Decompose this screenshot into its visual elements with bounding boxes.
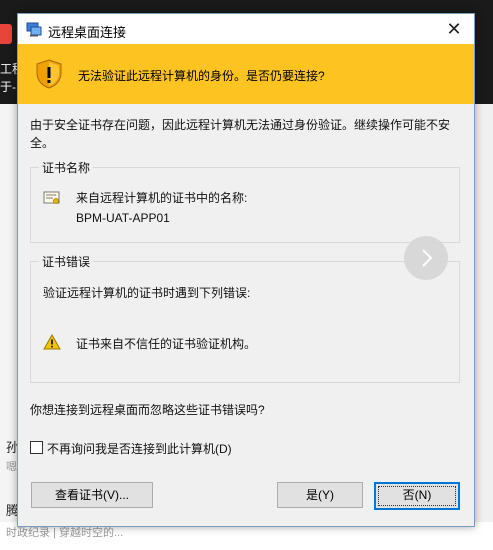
warning-shield-icon <box>36 59 62 89</box>
warning-banner: 无法验证此远程计算机的身份。是否仍要连接? <box>18 44 474 104</box>
cert-name-group-label: 证书名称 <box>39 159 94 176</box>
background-text: 于- <box>0 80 16 94</box>
background-red-tab <box>0 24 12 44</box>
cert-name-label: 来自远程计算机的证书中的名称: <box>76 191 248 205</box>
description-text: 由于安全证书存在问题，因此远程计算机无法通过身份验证。继续操作可能不安全。 <box>30 118 451 150</box>
yes-button[interactable]: 是(Y) <box>277 482 363 508</box>
background-left-strip <box>0 104 18 550</box>
cert-name-value: BPM-UAT-APP01 <box>76 211 170 225</box>
background-text: 工程 <box>0 62 18 76</box>
focus-rectangle <box>378 486 456 506</box>
cert-name-group: 证书名称 来自远程计算机的证书中的名称: BPM-UAT-APP01 <box>30 159 460 243</box>
cert-error-intro: 验证远程计算机的证书时遇到下列错误: <box>43 286 251 300</box>
warning-icon <box>43 334 61 350</box>
dialog-title: 远程桌面连接 <box>48 25 127 40</box>
background-right-panel <box>473 104 493 550</box>
background-text: 嗯 <box>6 461 17 473</box>
chevron-right-icon <box>422 249 433 267</box>
carousel-next-button[interactable] <box>404 236 448 280</box>
view-certificate-button[interactable]: 查看证书(V)... <box>31 482 153 508</box>
close-button[interactable]: ✕ <box>434 14 474 44</box>
dont-ask-again-label[interactable]: 不再询问我是否连接到此计算机(D) <box>47 440 232 457</box>
remote-desktop-icon <box>26 22 42 37</box>
confirm-question: 你想连接到远程桌面而忽略这些证书错误吗? <box>30 403 265 417</box>
cert-error-item: 证书来自不信任的证书验证机构。 <box>76 337 257 351</box>
cert-error-group: 证书错误 验证远程计算机的证书时遇到下列错误: 证书来自不信任的证书验证机构。 <box>30 253 460 383</box>
cert-error-group-label: 证书错误 <box>39 253 94 270</box>
certificate-icon <box>43 191 60 204</box>
dont-ask-again-checkbox[interactable] <box>30 441 43 454</box>
dialog-titlebar: 远程桌面连接 ✕ <box>18 14 474 44</box>
banner-message: 无法验证此远程计算机的身份。是否仍要连接? <box>78 69 325 83</box>
no-button[interactable]: 否(N) <box>374 482 460 510</box>
